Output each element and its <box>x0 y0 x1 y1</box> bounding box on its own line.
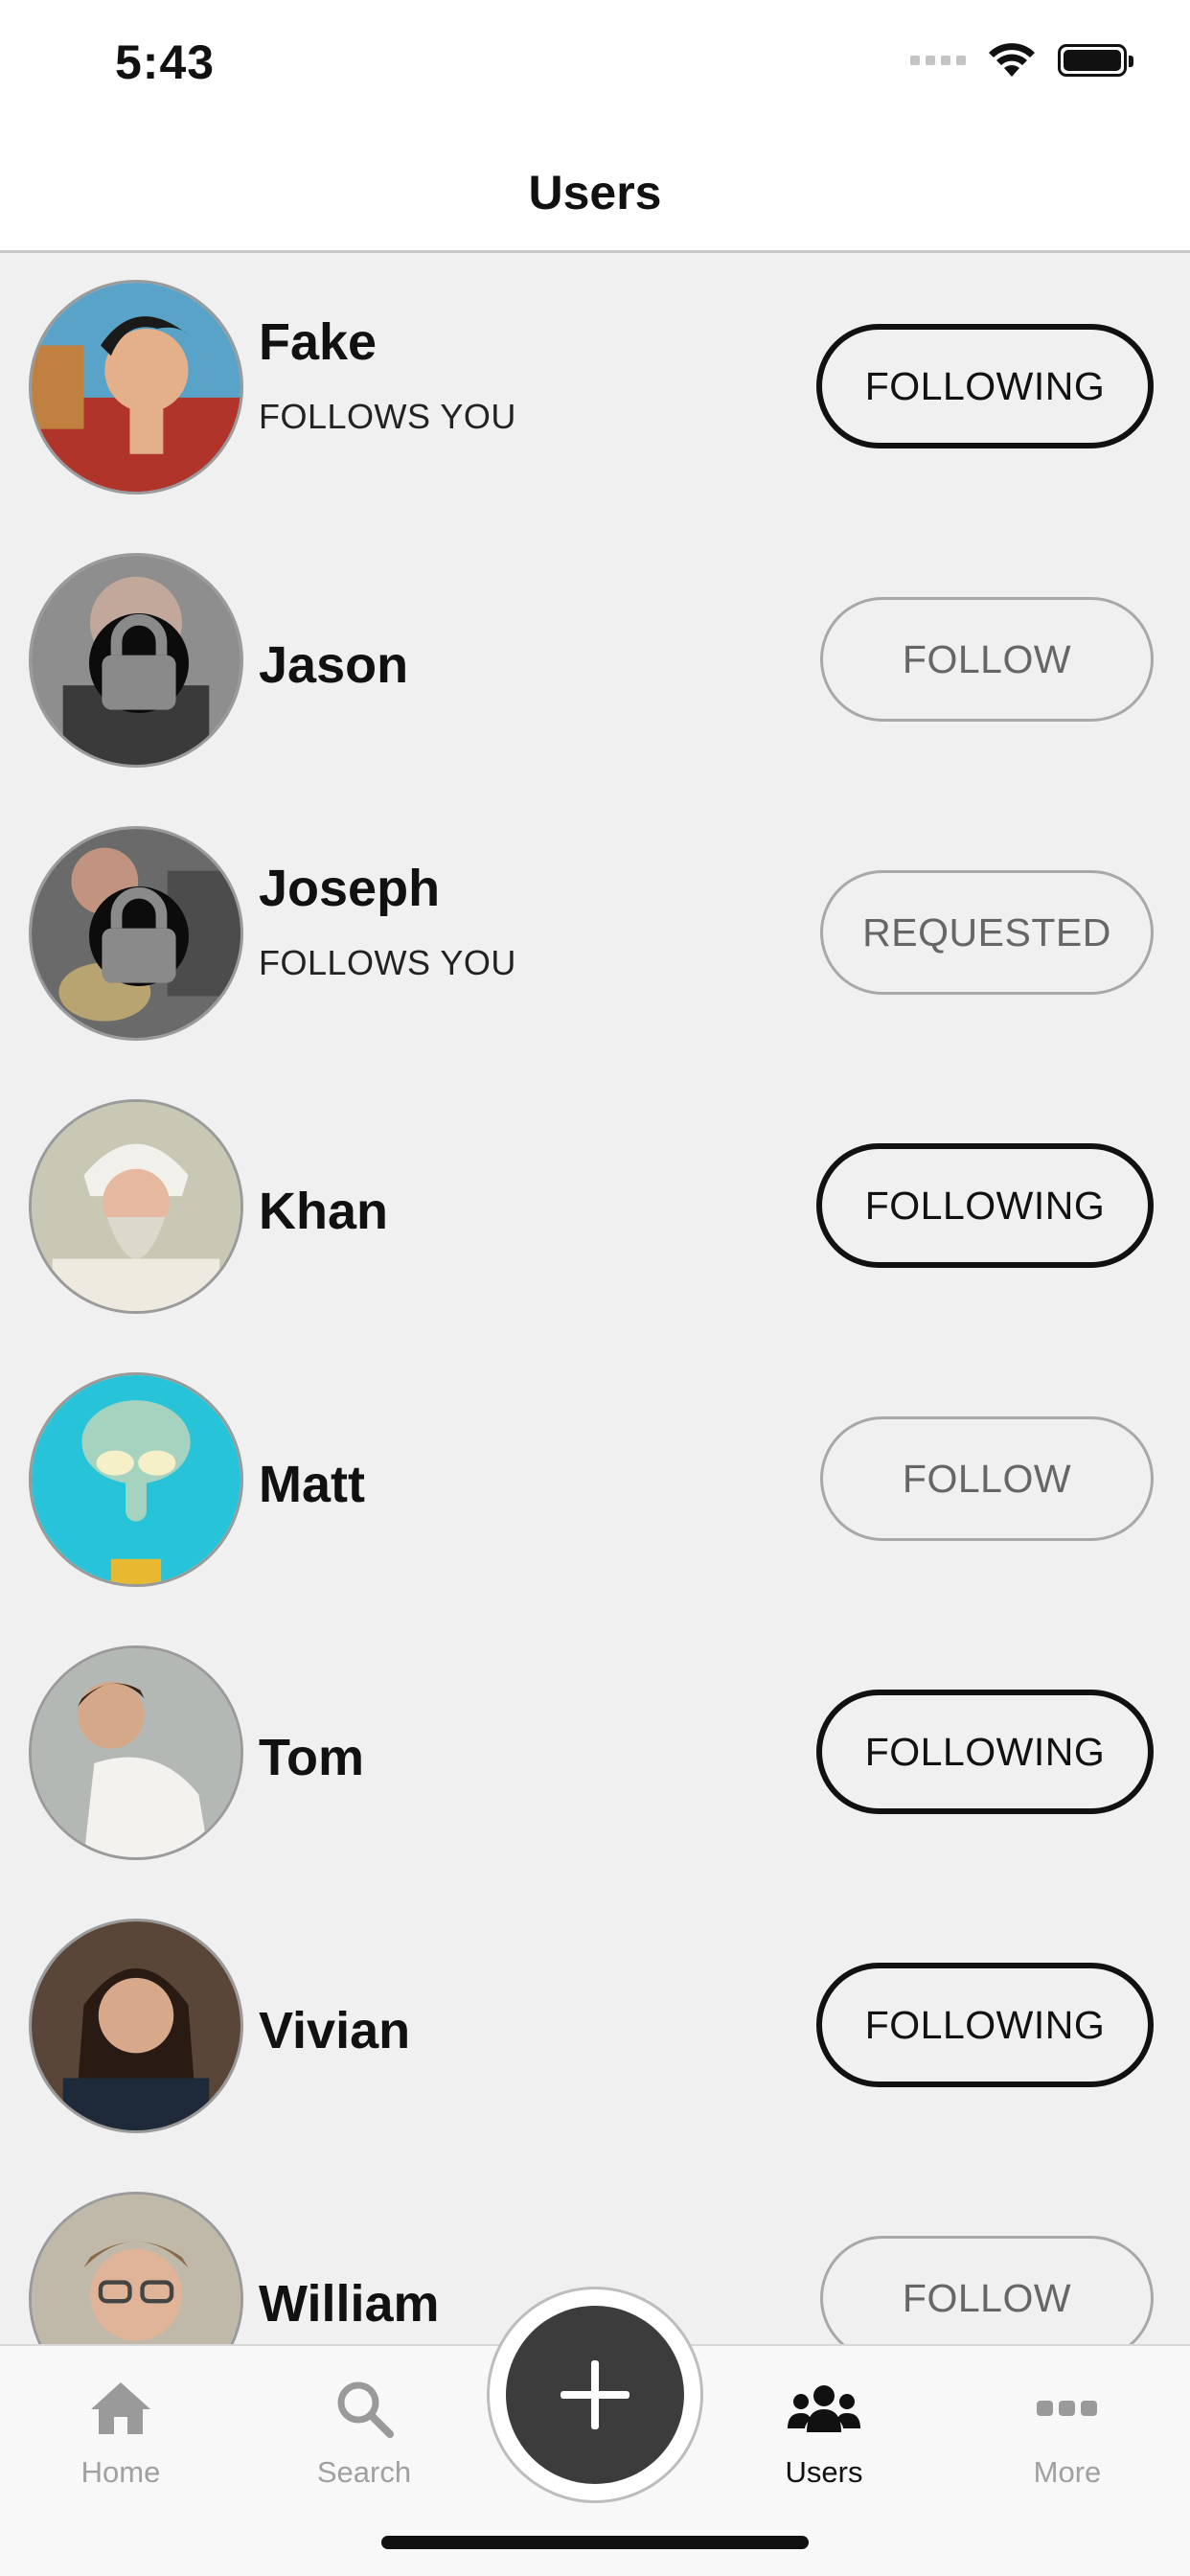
add-button[interactable] <box>506 2306 684 2484</box>
cellular-signal-icon <box>910 56 966 65</box>
tab-label: Users <box>785 2455 863 2489</box>
list-item[interactable]: Joseph FOLLOWS YOU REQUESTED <box>0 799 1190 1072</box>
tab-label: Search <box>316 2455 412 2489</box>
users-icon <box>728 2375 920 2442</box>
plus-icon <box>561 2360 629 2429</box>
following-button[interactable]: FOLLOWING <box>816 324 1154 448</box>
list-item[interactable]: Tom FOLLOWING <box>0 1619 1190 1892</box>
search-icon <box>268 2375 460 2442</box>
lock-icon <box>89 613 189 713</box>
follow-button[interactable]: FOLLOW <box>820 2236 1154 2360</box>
user-name: Matt <box>259 1456 365 1513</box>
tab-search[interactable]: Search <box>268 2375 460 2490</box>
list-item[interactable]: Jason FOLLOW <box>0 526 1190 799</box>
tab-label: Home <box>80 2455 161 2489</box>
following-button[interactable]: FOLLOWING <box>816 1143 1154 1268</box>
tab-label: More <box>1033 2455 1102 2489</box>
avatar[interactable] <box>29 1372 243 1587</box>
avatar[interactable] <box>29 1919 243 2133</box>
follows-you-label: FOLLOWS YOU <box>259 943 516 982</box>
user-name: Vivian <box>259 2002 411 2059</box>
user-name: Jason <box>259 636 409 694</box>
avatar[interactable] <box>29 280 243 494</box>
status-bar: 5:43 <box>0 0 1190 134</box>
battery-icon <box>1058 44 1133 77</box>
status-icons <box>910 42 1133 79</box>
requested-button[interactable]: REQUESTED <box>820 870 1154 995</box>
nav-header: Users <box>0 134 1190 253</box>
avatar[interactable] <box>29 1099 243 1314</box>
tab-more[interactable]: More <box>972 2375 1163 2490</box>
status-time: 5:43 <box>115 35 216 89</box>
tab-home[interactable]: Home <box>25 2375 217 2490</box>
avatar[interactable] <box>29 553 243 768</box>
wifi-icon <box>989 43 1035 77</box>
list-item[interactable]: Vivian FOLLOWING <box>0 1892 1190 2165</box>
user-name: Tom <box>259 1729 364 1786</box>
user-name: Fake <box>259 313 378 371</box>
add-button-ring <box>487 2287 703 2503</box>
home-indicator <box>381 2536 809 2549</box>
user-name: Joseph <box>259 860 441 917</box>
list-item[interactable]: Fake FOLLOWS YOU FOLLOWING <box>0 253 1190 526</box>
avatar[interactable] <box>29 826 243 1041</box>
list-item[interactable]: Khan FOLLOWING <box>0 1072 1190 1346</box>
list-item[interactable]: Matt FOLLOW <box>0 1346 1190 1619</box>
user-name: William <box>259 2275 440 2333</box>
page-title: Users <box>528 165 662 219</box>
avatar[interactable] <box>29 1645 243 1860</box>
following-button[interactable]: FOLLOWING <box>816 1963 1154 2087</box>
following-button[interactable]: FOLLOWING <box>816 1690 1154 1814</box>
follow-button[interactable]: FOLLOW <box>820 597 1154 722</box>
follow-button[interactable]: FOLLOW <box>820 1416 1154 1541</box>
follows-you-label: FOLLOWS YOU <box>259 397 516 436</box>
user-list: Fake FOLLOWS YOU FOLLOWING Jason FOLLOW <box>0 253 1190 2438</box>
lock-icon <box>89 886 189 986</box>
tab-users[interactable]: Users <box>728 2375 920 2490</box>
more-icon <box>972 2375 1163 2442</box>
home-icon <box>25 2375 217 2442</box>
user-name: Khan <box>259 1183 388 1240</box>
